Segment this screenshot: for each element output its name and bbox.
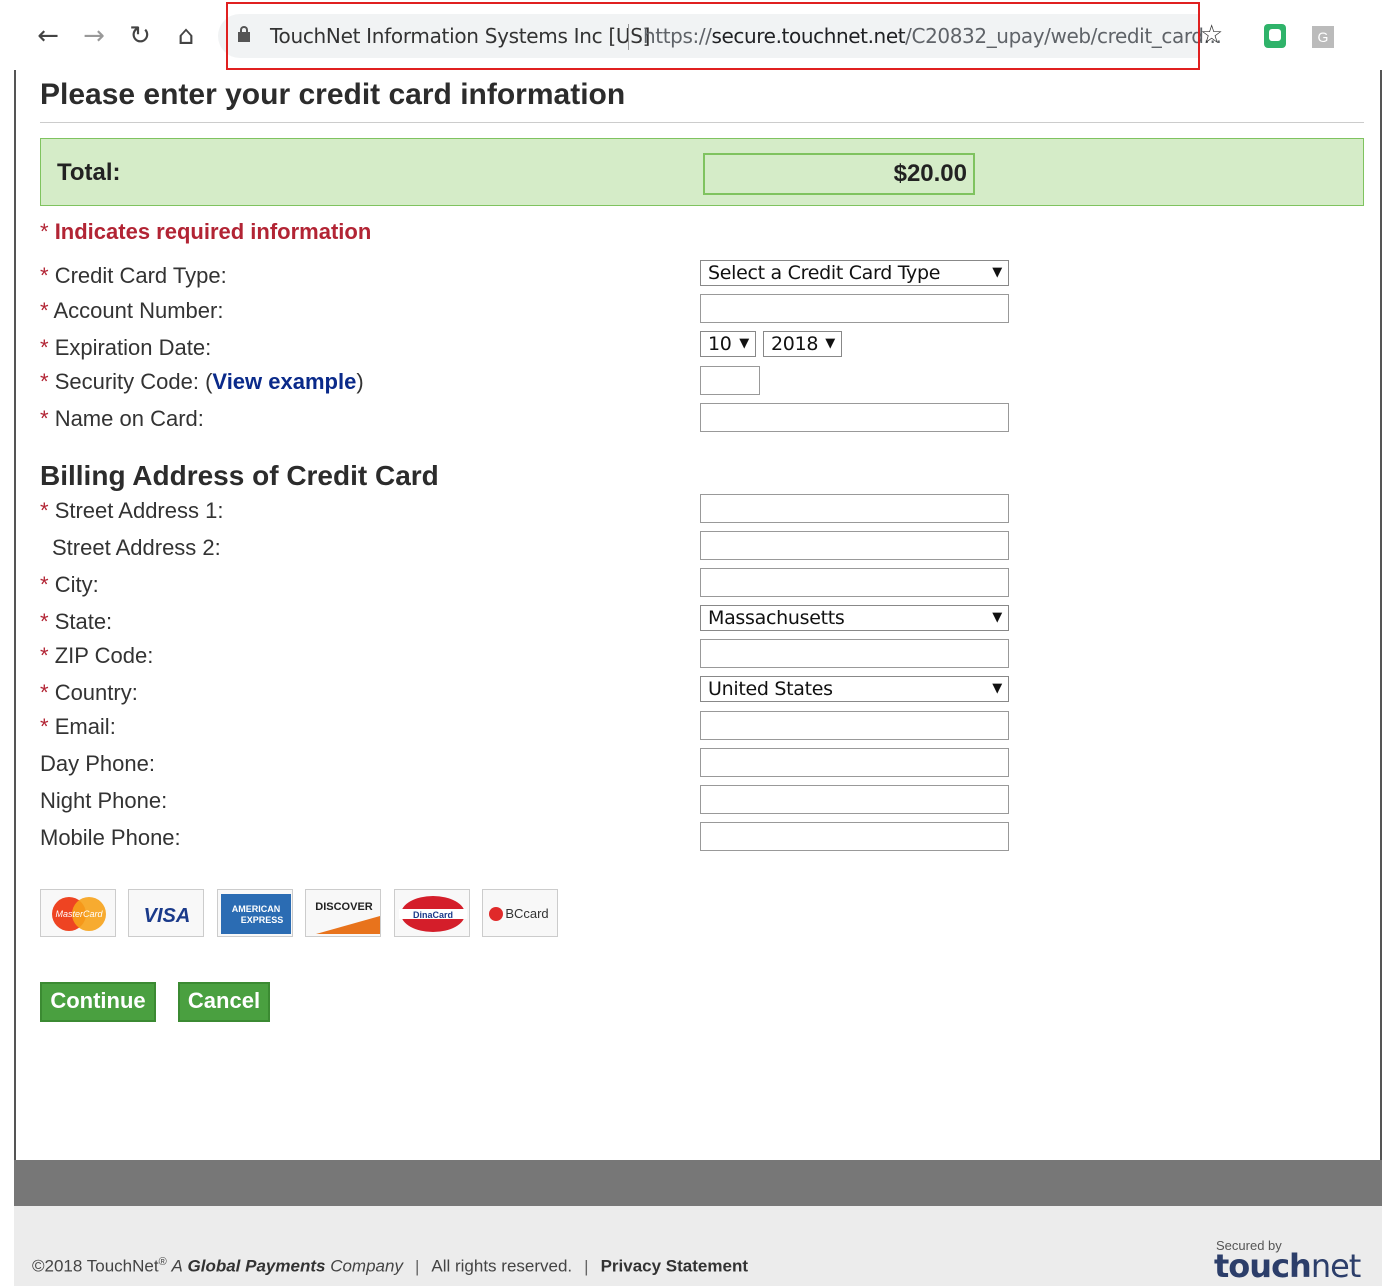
city-label: * City: xyxy=(40,572,99,597)
country-label: * Country: xyxy=(40,680,138,705)
security-code-label: * Security Code: (View example) xyxy=(40,369,364,394)
night-phone-label: Night Phone: xyxy=(40,788,168,813)
name-on-card-input[interactable] xyxy=(700,403,1009,432)
account-number-label: * Account Number: xyxy=(40,298,224,323)
zip-code-input[interactable] xyxy=(700,639,1009,668)
total-panel: Total: $20.00 xyxy=(40,138,1364,206)
city-input[interactable] xyxy=(700,568,1009,597)
exp-month-select[interactable]: 10 ▼ xyxy=(700,331,756,357)
svg-text:BCcard: BCcard xyxy=(505,906,548,921)
footer-copyright: ©2018 TouchNet® A Global Payments Compan… xyxy=(32,1256,748,1276)
title-divider xyxy=(40,122,1364,123)
view-example-link[interactable]: View example xyxy=(212,369,356,394)
bccard-logo: BCcard xyxy=(482,889,558,937)
account-number-input[interactable] xyxy=(700,294,1009,323)
chevron-down-icon: ▼ xyxy=(825,336,835,351)
bccard-icon: BCcard xyxy=(489,906,549,921)
svg-text:DISCOVER: DISCOVER xyxy=(315,901,373,913)
discover-icon: DISCOVER xyxy=(315,901,380,934)
svg-text:EXPRESS: EXPRESS xyxy=(241,915,284,925)
email-label: * Email: xyxy=(40,714,116,739)
dinacard-logo: DinaCard xyxy=(394,889,470,937)
street1-input[interactable] xyxy=(700,494,1009,523)
back-arrow-icon[interactable]: ← xyxy=(30,18,66,54)
zip-code-label: * ZIP Code: xyxy=(40,643,154,668)
mastercard-icon: MasterCard xyxy=(52,897,106,931)
home-icon[interactable]: ⌂ xyxy=(168,18,204,54)
day-phone-label: Day Phone: xyxy=(40,751,155,776)
email-input[interactable] xyxy=(700,711,1009,740)
night-phone-input[interactable] xyxy=(700,785,1009,814)
svg-text:VISA: VISA xyxy=(144,905,191,927)
amex-icon: AMERICAN EXPRESS xyxy=(221,894,291,934)
privacy-statement-link[interactable]: Privacy Statement xyxy=(601,1257,748,1276)
street1-label: * Street Address 1: xyxy=(40,498,224,523)
street2-input[interactable] xyxy=(700,531,1009,560)
total-label: Total: xyxy=(57,159,121,186)
mastercard-logo: MasterCard xyxy=(40,889,116,937)
expiration-date-label: * Expiration Date: xyxy=(40,335,212,360)
url-highlight-box xyxy=(226,2,1200,70)
day-phone-input[interactable] xyxy=(700,748,1009,777)
chevron-down-icon: ▼ xyxy=(992,610,1002,625)
card-type-select[interactable]: Select a Credit Card Type ▼ xyxy=(700,260,1009,286)
country-select[interactable]: United States ▼ xyxy=(700,676,1009,702)
window-border-left xyxy=(14,70,16,1230)
visa-icon: VISA xyxy=(144,905,191,927)
name-on-card-label: * Name on Card: xyxy=(40,406,204,431)
chevron-down-icon: ▼ xyxy=(992,265,1002,280)
state-select[interactable]: Massachusetts ▼ xyxy=(700,605,1009,631)
chevron-down-icon: ▼ xyxy=(992,681,1002,696)
grammarly-extension-icon[interactable]: G xyxy=(1312,26,1334,48)
state-label: * State: xyxy=(40,609,113,634)
mobile-phone-label: Mobile Phone: xyxy=(40,825,181,850)
continue-button[interactable]: Continue xyxy=(40,982,156,1022)
amex-logo: AMERICAN EXPRESS xyxy=(217,889,293,937)
extension-icon[interactable] xyxy=(1264,24,1286,48)
billing-address-heading: Billing Address of Credit Card xyxy=(40,460,439,491)
total-amount: $20.00 xyxy=(703,153,975,195)
svg-text:AMERICAN: AMERICAN xyxy=(232,904,281,914)
chevron-down-icon: ▼ xyxy=(739,336,749,351)
exp-year-select[interactable]: 2018 ▼ xyxy=(763,331,842,357)
browser-toolbar: ← → ↻ ⌂ TouchNet Information Systems Inc… xyxy=(0,0,1384,74)
window-border-right xyxy=(1380,70,1382,1230)
page-title: Please enter your credit card informatio… xyxy=(40,78,626,111)
bookmark-star-icon[interactable]: ☆ xyxy=(1200,20,1223,50)
card-type-label: * Credit Card Type: xyxy=(40,263,227,288)
forward-arrow-icon[interactable]: → xyxy=(76,18,112,54)
security-code-input[interactable] xyxy=(700,366,760,395)
mobile-phone-input[interactable] xyxy=(700,822,1009,851)
street2-label: Street Address 2: xyxy=(52,535,221,560)
required-note: * Indicates required information xyxy=(40,219,372,244)
svg-text:MasterCard: MasterCard xyxy=(55,909,103,919)
touchnet-logo: touchnet xyxy=(1214,1247,1361,1285)
discover-logo: DISCOVER xyxy=(305,889,381,937)
footer-bar xyxy=(14,1160,1382,1206)
svg-text:DinaCard: DinaCard xyxy=(413,910,453,920)
cancel-button[interactable]: Cancel xyxy=(178,982,270,1022)
visa-logo: VISA xyxy=(128,889,204,937)
dinacard-icon: DinaCard xyxy=(399,896,467,932)
reload-icon[interactable]: ↻ xyxy=(122,18,158,54)
